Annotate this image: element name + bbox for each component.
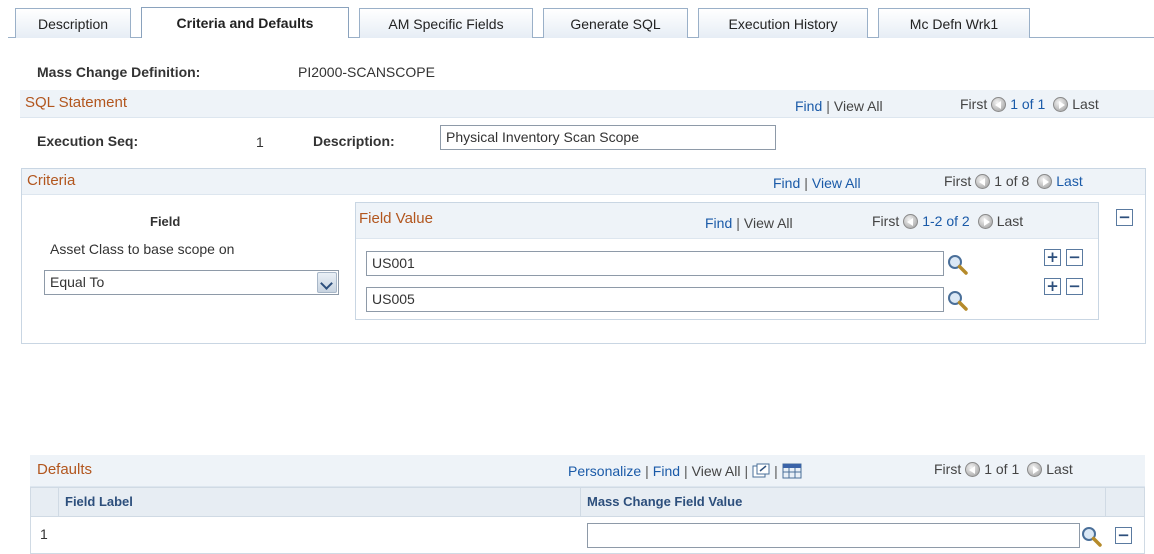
col-field-label: Field Label (65, 494, 133, 509)
field-header: Field (150, 214, 181, 229)
operator-value: Equal To (50, 274, 105, 290)
tab-label: Mc Defn Wrk1 (909, 15, 999, 32)
field-value-last: Last (996, 213, 1024, 229)
field-value-input[interactable]: US005 (366, 287, 944, 312)
field-value-find-link[interactable]: Find (705, 215, 732, 231)
left-arrow-icon[interactable] (965, 461, 981, 477)
operator-select[interactable]: Equal To (44, 270, 339, 295)
field-value-first: First (872, 213, 900, 229)
defaults-pager: First 1 of 1 Last (934, 461, 1073, 477)
field-value-title: Field Value (359, 210, 433, 227)
field-value-input[interactable]: US001 (366, 251, 944, 276)
field-value-view-all: View All (743, 215, 793, 231)
delete-row-button[interactable]: − (1066, 278, 1083, 295)
left-arrow-icon[interactable] (975, 173, 991, 189)
criteria-pager: First 1 of 8 Last (944, 173, 1083, 189)
defaults-find-link[interactable]: Find (653, 463, 680, 479)
field-value-pager: First 1-2 of 2 Last (872, 213, 1023, 229)
new-window-icon[interactable] (752, 463, 770, 479)
defaults-count: 1 of 1 (984, 461, 1020, 477)
right-arrow-icon[interactable] (1053, 96, 1069, 112)
sql-find-link[interactable]: Find (795, 98, 822, 114)
defaults-nav: Personalize | Find | View All | | (568, 463, 802, 479)
defaults-view-all: View All (691, 463, 741, 479)
sql-nav: Find | View All (795, 98, 883, 114)
field-value-nav: Find | View All (705, 215, 793, 231)
personalize-link[interactable]: Personalize (568, 463, 641, 479)
add-row-button[interactable]: + (1044, 278, 1061, 295)
execution-seq-value: 1 (256, 134, 264, 150)
tab-generate-sql[interactable]: Generate SQL (543, 8, 688, 38)
field-value-count: 1-2 of 2 (922, 213, 970, 229)
field-name: Asset Class to base scope on (50, 241, 235, 257)
left-arrow-icon[interactable] (903, 213, 919, 229)
separator: | (804, 175, 808, 191)
left-arrow-icon[interactable] (991, 96, 1007, 112)
sql-pager: First 1 of 1 Last (960, 96, 1099, 112)
right-arrow-icon[interactable] (1037, 173, 1053, 189)
criteria-count: 1 of 8 (994, 173, 1030, 189)
definition-value: PI2000-SCANSCOPE (298, 64, 435, 80)
criteria-last-link[interactable]: Last (1056, 173, 1082, 189)
right-arrow-icon[interactable] (1027, 461, 1043, 477)
description-input[interactable]: Physical Inventory Scan Scope (440, 125, 776, 150)
defaults-last: Last (1046, 461, 1073, 477)
separator: | (736, 215, 740, 231)
chevron-down-icon[interactable] (317, 272, 337, 293)
mass-change-value-input[interactable] (587, 523, 1080, 548)
criteria-find-link[interactable]: Find (773, 175, 800, 191)
tab-bar: Description Criteria and Defaults AM Spe… (0, 0, 1154, 39)
separator: | (684, 463, 688, 479)
add-row-button[interactable]: + (1044, 249, 1061, 266)
sql-last: Last (1072, 96, 1099, 112)
tab-label: Description (37, 15, 109, 32)
tab-label: Generate SQL (570, 15, 661, 32)
magnifier-icon[interactable] (947, 290, 969, 312)
delete-row-button[interactable]: − (1115, 527, 1132, 544)
tab-am-specific-fields[interactable]: AM Specific Fields (359, 8, 533, 38)
sql-view-all: View All (833, 98, 883, 114)
definition-label: Mass Change Definition: (37, 64, 201, 80)
magnifier-icon[interactable] (947, 254, 969, 276)
tab-description[interactable]: Description (15, 8, 131, 38)
tab-execution-history[interactable]: Execution History (698, 8, 868, 38)
sql-first: First (960, 96, 988, 112)
execution-seq-label: Execution Seq: (37, 133, 139, 149)
defaults-first: First (934, 461, 962, 477)
collapse-criteria-button[interactable]: − (1116, 209, 1133, 226)
row-number: 1 (40, 526, 48, 542)
defaults-title: Defaults (37, 461, 93, 478)
magnifier-icon[interactable] (1081, 526, 1103, 548)
tab-label: Criteria and Defaults (176, 15, 314, 31)
separator: | (826, 98, 830, 114)
delete-row-button[interactable]: − (1066, 249, 1083, 266)
separator: | (645, 463, 649, 479)
separator: | (774, 463, 778, 479)
criteria-first: First (944, 173, 972, 189)
tab-mc-defn-wrk1[interactable]: Mc Defn Wrk1 (878, 8, 1030, 38)
right-arrow-icon[interactable] (977, 213, 993, 229)
criteria-nav: Find | View All (773, 175, 861, 191)
criteria-view-all-link[interactable]: View All (812, 175, 861, 191)
sql-count: 1 of 1 (1010, 96, 1046, 112)
description-label: Description: (313, 133, 395, 149)
separator: | (744, 463, 749, 479)
tab-label: AM Specific Fields (388, 15, 504, 32)
criteria-title: Criteria (27, 172, 76, 189)
col-mass-change-field-value: Mass Change Field Value (587, 494, 743, 509)
spreadsheet-icon[interactable] (782, 463, 802, 479)
sql-statement-title: SQL Statement (25, 94, 127, 111)
tab-label: Execution History (728, 15, 838, 32)
tab-criteria-and-defaults[interactable]: Criteria and Defaults (141, 7, 349, 39)
